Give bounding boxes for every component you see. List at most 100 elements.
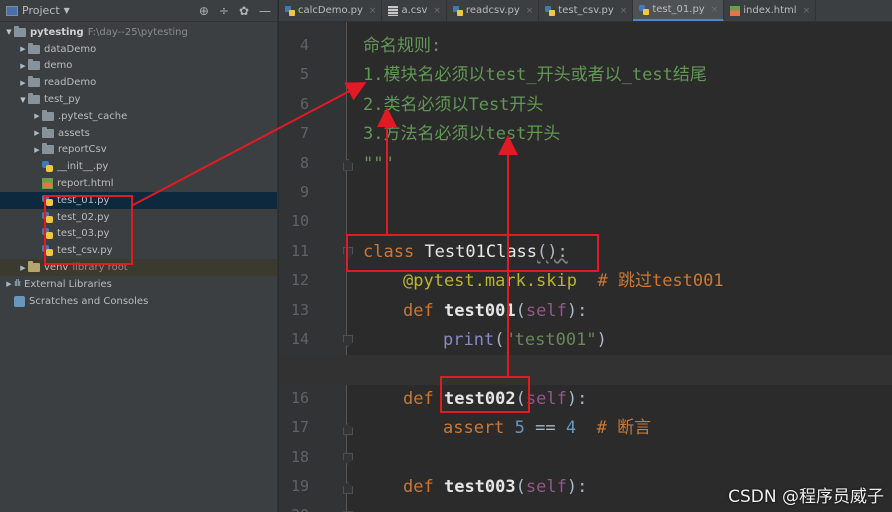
close-tab-icon[interactable]: ×	[526, 6, 534, 16]
folder-icon	[42, 126, 54, 138]
editor-tab[interactable]: test_csv.py ×	[539, 0, 634, 21]
code-line-content: def test003(self):	[403, 473, 587, 502]
expand-right-icon[interactable]: ▶	[18, 264, 28, 272]
self-param: self	[525, 388, 567, 409]
tree-item[interactable]: ▼ pytesting F:\day--25\pytesting	[0, 24, 277, 41]
tree-item[interactable]: ▶ ıllı External Libraries	[0, 276, 277, 293]
html-file-icon	[730, 5, 741, 16]
tree-item[interactable]: test_csv.py	[0, 242, 277, 259]
csv-file-icon	[388, 5, 399, 16]
code-line[interactable]	[279, 355, 892, 385]
close-tab-icon[interactable]: ×	[433, 6, 441, 16]
tree-item[interactable]: test_01.py	[0, 191, 277, 209]
editor-tab[interactable]: test_01.py ×	[633, 0, 725, 21]
number-literal: 4	[565, 418, 577, 439]
code-line-content: """	[363, 150, 394, 179]
editor-tab[interactable]: index.html ×	[724, 0, 817, 21]
code-line[interactable]: 1.模块名必须以test_开头或者以_test结尾	[279, 61, 892, 90]
code-editor[interactable]: 4567891011121314151617181920 命名规则:1.模块名必…	[279, 22, 892, 512]
folder-icon	[14, 25, 26, 37]
tab-label: test_01.py	[652, 4, 705, 15]
collapse-all-icon[interactable]: ÷	[219, 4, 229, 18]
settings-gear-icon[interactable]: ✿	[239, 4, 249, 18]
tree-item[interactable]: ▶ assets	[0, 125, 277, 142]
code-line[interactable]: 命名规则:	[279, 32, 892, 61]
code-line-content: def test001(self):	[403, 297, 587, 326]
expand-right-icon[interactable]: ▶	[4, 280, 14, 288]
tree-item[interactable]: ▶ dataDemo	[0, 41, 277, 58]
code-comment: # 跳过test001	[597, 271, 724, 292]
tree-item[interactable]: ▶ demo	[0, 58, 277, 75]
paren: (	[515, 388, 526, 409]
project-view-selector[interactable]: Project ▼	[6, 4, 70, 17]
code-line[interactable]: def test002(self):	[279, 385, 892, 414]
project-tree: ▼ pytesting F:\day--25\pytesting ▶ dataDemo ▶…	[0, 24, 277, 310]
code-line[interactable]	[279, 444, 892, 473]
tab-label: readcsv.py	[465, 5, 520, 16]
tree-item-label: External Libraries	[24, 278, 112, 290]
tree-item-label: test_02.py	[57, 211, 110, 223]
locate-file-icon[interactable]: ⊕	[199, 4, 209, 18]
tree-item-label: .pytest_cache	[58, 110, 128, 122]
hide-panel-icon[interactable]: —	[259, 4, 271, 18]
folder-icon	[28, 93, 40, 105]
tree-item[interactable]: Scratches and Consoles	[0, 293, 277, 310]
docstring-text: 3.方法名必须以test开头	[363, 124, 561, 145]
code-line[interactable]: 2.类名必须以Test开头	[279, 91, 892, 120]
paren: (	[494, 330, 505, 350]
code-line[interactable]: def test001(self):	[279, 297, 892, 326]
tab-label: calcDemo.py	[298, 5, 363, 16]
venv-folder-icon	[28, 261, 40, 273]
expand-right-icon[interactable]: ▶	[18, 79, 28, 87]
tree-item[interactable]: __init__.py	[0, 158, 277, 175]
class-parens: ():	[537, 241, 568, 262]
expand-down-icon[interactable]: ▼	[18, 96, 28, 104]
tree-item-label: Scratches and Consoles	[29, 295, 149, 307]
tree-item-label: assets	[58, 127, 90, 139]
code-line[interactable]: class Test01Class():	[279, 238, 892, 267]
string-literal: "test001"	[504, 330, 597, 350]
editor-tab[interactable]: a.csv ×	[382, 0, 447, 21]
folder-icon	[42, 143, 54, 155]
expand-down-icon[interactable]: ▼	[4, 28, 14, 36]
function-name: test002	[443, 388, 516, 409]
code-line-content: class Test01Class():	[363, 238, 568, 267]
python-file-icon	[42, 228, 53, 240]
close-tab-icon[interactable]: ×	[620, 6, 628, 16]
close-tab-icon[interactable]: ×	[369, 6, 377, 16]
editor-tab[interactable]: readcsv.py ×	[447, 0, 540, 21]
docstring-text: 1.模块名必须以test_开头或者以_test结尾	[363, 65, 707, 86]
expand-right-icon[interactable]: ▶	[32, 112, 42, 120]
tree-item[interactable]: ▶ readDemo	[0, 74, 277, 91]
close-tab-icon[interactable]: ×	[711, 5, 719, 15]
tree-item[interactable]: ▶ venv library root	[0, 259, 277, 276]
code-line[interactable]: """	[279, 150, 892, 179]
expand-right-icon[interactable]: ▶	[18, 45, 28, 53]
close-tab-icon[interactable]: ×	[803, 6, 811, 16]
expand-right-icon[interactable]: ▶	[32, 146, 42, 154]
tree-item[interactable]: test_02.py	[0, 209, 277, 226]
code-line-content: 1.模块名必须以test_开头或者以_test结尾	[363, 61, 707, 90]
tree-item[interactable]: ▼ test_py	[0, 91, 277, 108]
expand-right-icon[interactable]: ▶	[32, 129, 42, 137]
tree-item-label: report.html	[57, 178, 114, 190]
editor-tab[interactable]: calcDemo.py ×	[279, 0, 383, 21]
tree-item-label: demo	[44, 60, 73, 72]
code-line[interactable]: 3.方法名必须以test开头	[279, 120, 892, 149]
keyword: class	[363, 241, 415, 262]
function-name: test003	[443, 477, 516, 497]
keyword: def	[403, 300, 434, 321]
code-line[interactable]: print("test001")	[279, 326, 892, 355]
expand-right-icon[interactable]: ▶	[18, 62, 28, 70]
code-line[interactable]	[279, 179, 892, 208]
tree-item[interactable]: ▶ .pytest_cache	[0, 108, 277, 125]
code-line-content: def test002(self):	[403, 385, 587, 414]
code-line[interactable]: assert 5 == 4 # 断言	[279, 414, 892, 443]
code-line[interactable]: @pytest.mark.skip # 跳过test001	[279, 267, 892, 296]
tree-item[interactable]: test_03.py	[0, 226, 277, 243]
tree-item[interactable]: report.html	[0, 175, 277, 192]
tab-label: test_csv.py	[558, 5, 614, 16]
tab-label: a.csv	[401, 5, 428, 16]
code-line[interactable]	[279, 208, 892, 237]
tree-item[interactable]: ▶ reportCsv	[0, 142, 277, 159]
